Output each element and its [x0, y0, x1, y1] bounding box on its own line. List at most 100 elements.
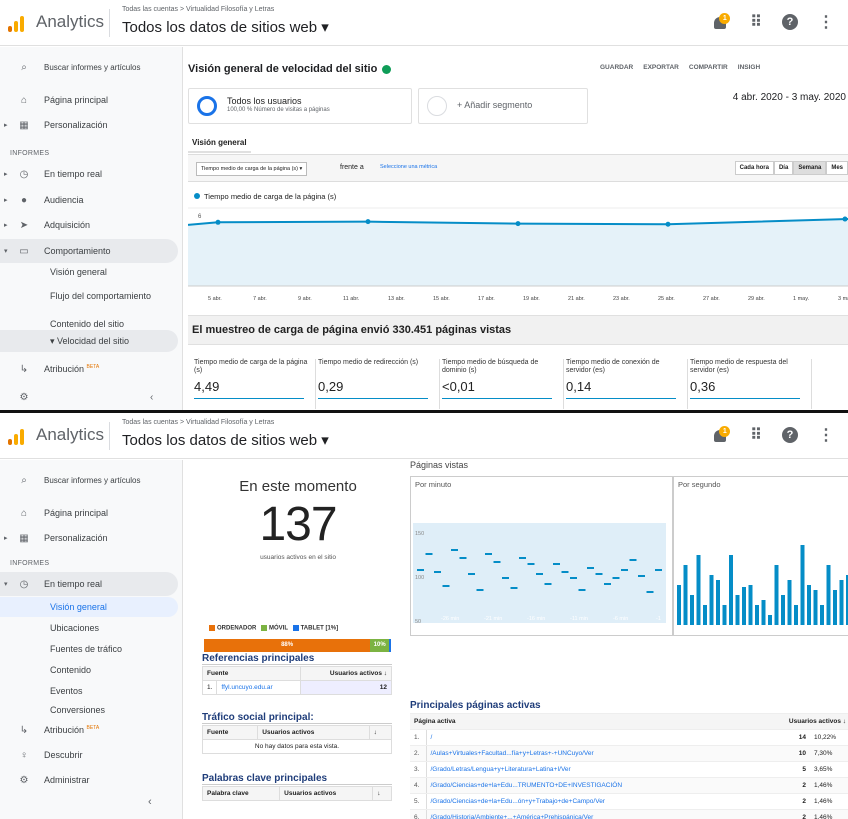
col-source[interactable]: Fuente [201, 725, 259, 740]
toggle-week[interactable]: Semana [793, 161, 827, 175]
sort-icon[interactable]: ↓ [368, 725, 393, 740]
segment-title: Todos los usuarios [227, 96, 302, 106]
sidebar-item-home[interactable]: ⌂ Página principal [0, 88, 183, 112]
sort-icon[interactable]: ↓ [372, 786, 392, 801]
pageviews-title: Páginas vistas [410, 460, 469, 470]
collapse-icon[interactable]: ‹ [148, 796, 152, 808]
metric-sparkline [194, 398, 304, 399]
sidebar-item-attribution[interactable]: ↳ Atribución BETA [0, 357, 183, 381]
page-link[interactable]: / [426, 729, 768, 746]
sidebar-search[interactable]: ⌕ Buscar informes y artículos [0, 468, 183, 492]
sidebar-subitem-selected[interactable]: Visión general [0, 597, 178, 617]
breadcrumb[interactable]: Todas las cuentas > Virtualidad Filosofí… [122, 419, 274, 426]
page-link[interactable]: /Grado/Ciencias+de+la+Edu...TRUMENTO+DE+… [426, 777, 768, 794]
second-bar [696, 555, 701, 625]
segment-all-users[interactable]: Todos los usuarios 100,00 % Número de vi… [188, 88, 412, 124]
col-page[interactable]: Página activa [410, 713, 768, 730]
data-point [515, 221, 521, 227]
page-link[interactable]: /Grado/Letras/Lengua+y+Literatura+Latina… [426, 761, 768, 778]
metric-tile[interactable]: Tiempo medio de búsqueda de dominio (s) <… [442, 359, 564, 409]
export-button[interactable]: EXPORTAR [643, 64, 679, 71]
apps-grid-icon[interactable]: ⠿ [750, 425, 762, 445]
sidebar-subitem[interactable]: Eventos [0, 681, 183, 701]
col-keyword[interactable]: Palabra clave [201, 786, 281, 801]
x-tick-label: 9 abr. [298, 296, 312, 302]
more-vert-icon[interactable]: ⋮ [818, 12, 834, 32]
col-active[interactable]: Usuarios activos ↓ [299, 666, 393, 681]
breadcrumb[interactable]: Todas las cuentas > Virtualidad Filosofí… [122, 6, 274, 13]
second-bar [716, 580, 720, 625]
metric-tile[interactable]: Tiempo medio de redirección (s) 0,29 [318, 359, 440, 409]
sidebar-item-attribution[interactable]: ↳ Atribución BETA [0, 718, 183, 742]
toggle-day[interactable]: Día [773, 161, 794, 175]
x-tick-label: 11 abr. [343, 296, 360, 302]
data-point [665, 221, 671, 227]
col-active[interactable]: Usuarios activos [257, 725, 370, 740]
x-tick-label: -1 [656, 616, 661, 622]
section-header: INFORMES [10, 150, 50, 157]
sidebar-subitem[interactable]: Conversiones [0, 702, 183, 718]
sidebar-item-custom[interactable]: ▸ ▦ Personalización [0, 526, 183, 550]
collapse-icon[interactable]: ‹ [150, 392, 153, 403]
referral-link[interactable]: ffyl.uncuyo.edu.ar [216, 680, 301, 695]
second-bar [768, 615, 772, 625]
sidebar-item-custom[interactable]: ▸ ▦ Personalización [0, 113, 183, 137]
sidebar-subitem[interactable]: Ubicaciones [0, 618, 183, 638]
sidebar-settings[interactable]: ⚙ ‹ [0, 385, 183, 409]
page-link[interactable]: /Grado/Historia/Ambiente+...+América+Pre… [426, 809, 768, 819]
metric-tile[interactable]: Tiempo medio de respuesta del servidor (… [690, 359, 812, 409]
metric-value: <0,01 [442, 379, 475, 394]
col-active[interactable]: Usuarios activos ↓ [767, 713, 848, 730]
metric-tile[interactable]: Tiempo medio de carga de la página (s) 4,… [194, 359, 316, 409]
metric-dropdown[interactable]: Tiempo medio de carga de la página (s) ▾ [196, 162, 308, 176]
insights-button[interactable]: INSIGH [738, 64, 760, 71]
notifications-icon[interactable]: 1 [712, 426, 731, 444]
property-selector[interactable]: Todos los datos de sitios web ▾ [122, 18, 329, 36]
sidebar-item-realtime[interactable]: ▾ ◷ En tiempo real [0, 572, 178, 596]
page-link[interactable]: /Grado/Ciencias+de+la+Edu...ón+y+Trabajo… [426, 793, 768, 810]
sidebar-subitem-selected[interactable]: ▾ Velocidad del sitio [0, 330, 178, 352]
add-segment[interactable]: + Añadir segmento [418, 88, 588, 124]
apps-grid-icon[interactable]: ⠿ [750, 12, 762, 32]
col-active[interactable]: Usuarios activos [279, 786, 374, 801]
gear-icon: ⚙ [19, 774, 29, 786]
save-button[interactable]: GUARDAR [600, 64, 633, 71]
sidebar-item-discover[interactable]: ♀ Descubrir [0, 743, 183, 767]
help-icon[interactable]: ? [782, 14, 798, 30]
toggle-month[interactable]: Mes [826, 161, 848, 175]
share-button[interactable]: COMPARTIR [689, 64, 728, 71]
sidebar-subitem[interactable]: Flujo del comportamiento [0, 281, 183, 311]
more-vert-icon[interactable]: ⋮ [818, 425, 834, 445]
sidebar-item-behavior[interactable]: ▾ ▭ Comportamiento [0, 239, 178, 263]
minute-bar [646, 591, 654, 593]
header-divider [109, 9, 110, 37]
date-range[interactable]: 4 abr. 2020 - 3 may. 2020 [733, 92, 846, 103]
add-segment-icon [427, 96, 447, 116]
metric-tile[interactable]: Tiempo medio de conexión de servidor (es… [566, 359, 688, 409]
minute-bar [561, 571, 569, 573]
sidebar-search[interactable]: ⌕ Buscar informes y artículos [0, 55, 183, 79]
notifications-icon[interactable]: 1 [712, 13, 731, 31]
x-tick-label: 19 abr. [523, 296, 540, 302]
toggle-hour[interactable]: Cada hora [734, 161, 774, 175]
help-icon[interactable]: ? [782, 427, 798, 443]
select-metric-link[interactable]: Seleccione una métrica [380, 164, 437, 170]
table-row: 3./Grado/Letras/Lengua+y+Literatura+Lati… [410, 761, 848, 778]
page-link[interactable]: /Aulas+Virtuales+Facultad...fía+y+Letras… [426, 745, 768, 762]
sidebar-item-admin[interactable]: ⚙ Administrar [0, 768, 183, 792]
sidebar-item-home[interactable]: ⌂ Página principal [0, 501, 183, 525]
col-source[interactable]: Fuente [202, 666, 301, 681]
active-users-label: usuarios activos en el sitio [260, 554, 336, 561]
property-selector[interactable]: Todos los datos de sitios web ▾ [122, 431, 329, 449]
second-bar [794, 605, 798, 625]
tab-overview[interactable]: Visión general [188, 135, 251, 153]
sidebar-subitem[interactable]: Contenido [0, 660, 183, 680]
sidebar-item-realtime[interactable]: ▸ ◷ En tiempo real [0, 162, 183, 186]
second-bar [755, 605, 759, 625]
sidebar-item-audience[interactable]: ▸ ● Audiencia [0, 188, 183, 212]
sidebar-subitem[interactable]: Fuentes de tráfico [0, 639, 183, 659]
minute-bar [553, 563, 560, 565]
y-tick-label: 150 [415, 531, 424, 537]
sidebar-item-acquisition[interactable]: ▸ ➤ Adquisición [0, 213, 183, 237]
sidebar-subitem[interactable]: Visión general [0, 263, 183, 281]
